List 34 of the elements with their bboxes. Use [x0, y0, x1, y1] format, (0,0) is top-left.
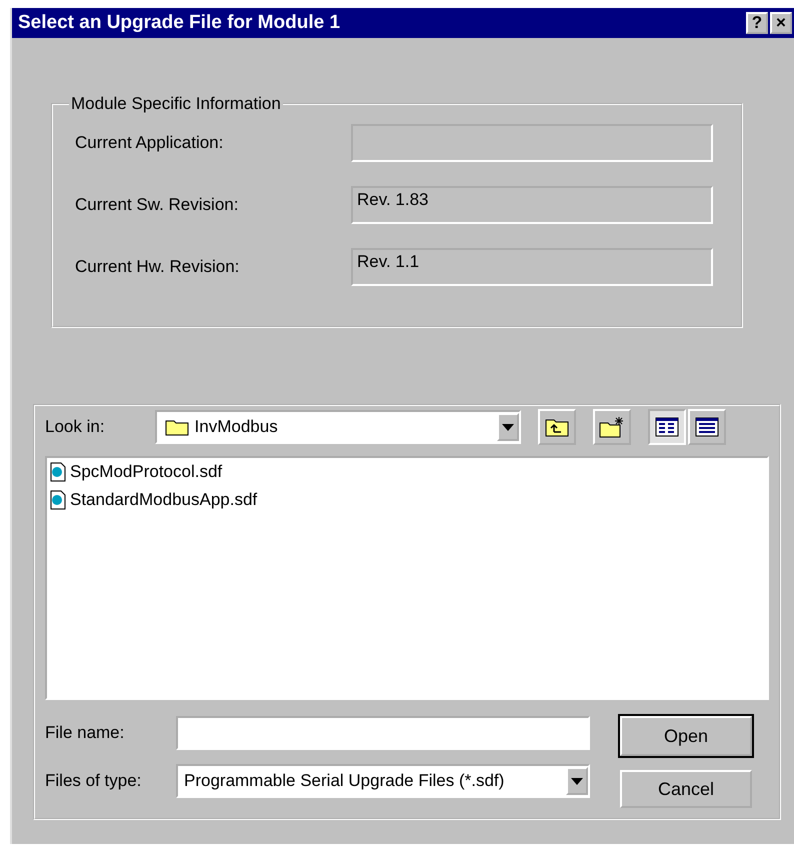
open-button[interactable]: Open [620, 716, 752, 756]
up-folder-icon [544, 417, 569, 437]
dropdown-button[interactable] [496, 413, 519, 441]
file-item[interactable]: StandardModbusApp.sdf [50, 490, 764, 510]
field-label: Current Sw. Revision: [75, 195, 238, 215]
look-in-dropdown[interactable]: InvModbus [154, 410, 521, 444]
dropdown-arrow-icon [502, 424, 514, 430]
file-icon [50, 462, 66, 482]
list-view-icon [654, 417, 679, 437]
file-name-field[interactable] [176, 716, 590, 750]
file-type-label: Files of type: [45, 771, 142, 791]
new-folder-button[interactable] [592, 409, 631, 445]
readonly-field: Rev. 1.1 [351, 248, 713, 286]
dropdown-arrow-icon [571, 778, 583, 784]
details-view-button[interactable] [688, 409, 726, 445]
list-view-button[interactable] [648, 409, 686, 445]
field-label: Current Application: [75, 133, 224, 153]
readonly-field: Rev. 1.83 [351, 186, 713, 224]
details-view-icon [694, 417, 719, 437]
dropdown-button[interactable] [566, 767, 588, 795]
field-label: Current Hw. Revision: [75, 257, 240, 277]
new-folder-icon [598, 416, 625, 438]
file-item[interactable]: SpcModProtocol.sdf [50, 462, 764, 482]
up-folder-button[interactable] [538, 409, 576, 445]
look-in-label: Look in: [45, 417, 105, 437]
close-button[interactable]: × [770, 12, 792, 34]
file-name-label: File name: [45, 723, 126, 743]
file-icon [50, 490, 66, 510]
cancel-button[interactable]: Cancel [620, 770, 752, 808]
help-button[interactable]: ? [746, 12, 768, 34]
file-type-dropdown[interactable]: Programmable Serial Upgrade Files (*.sdf) [176, 764, 590, 798]
folder-icon [164, 418, 189, 436]
window-title: Select an Upgrade File for Module 1 [18, 12, 340, 34]
group-title: Module Specific Information [70, 94, 282, 114]
